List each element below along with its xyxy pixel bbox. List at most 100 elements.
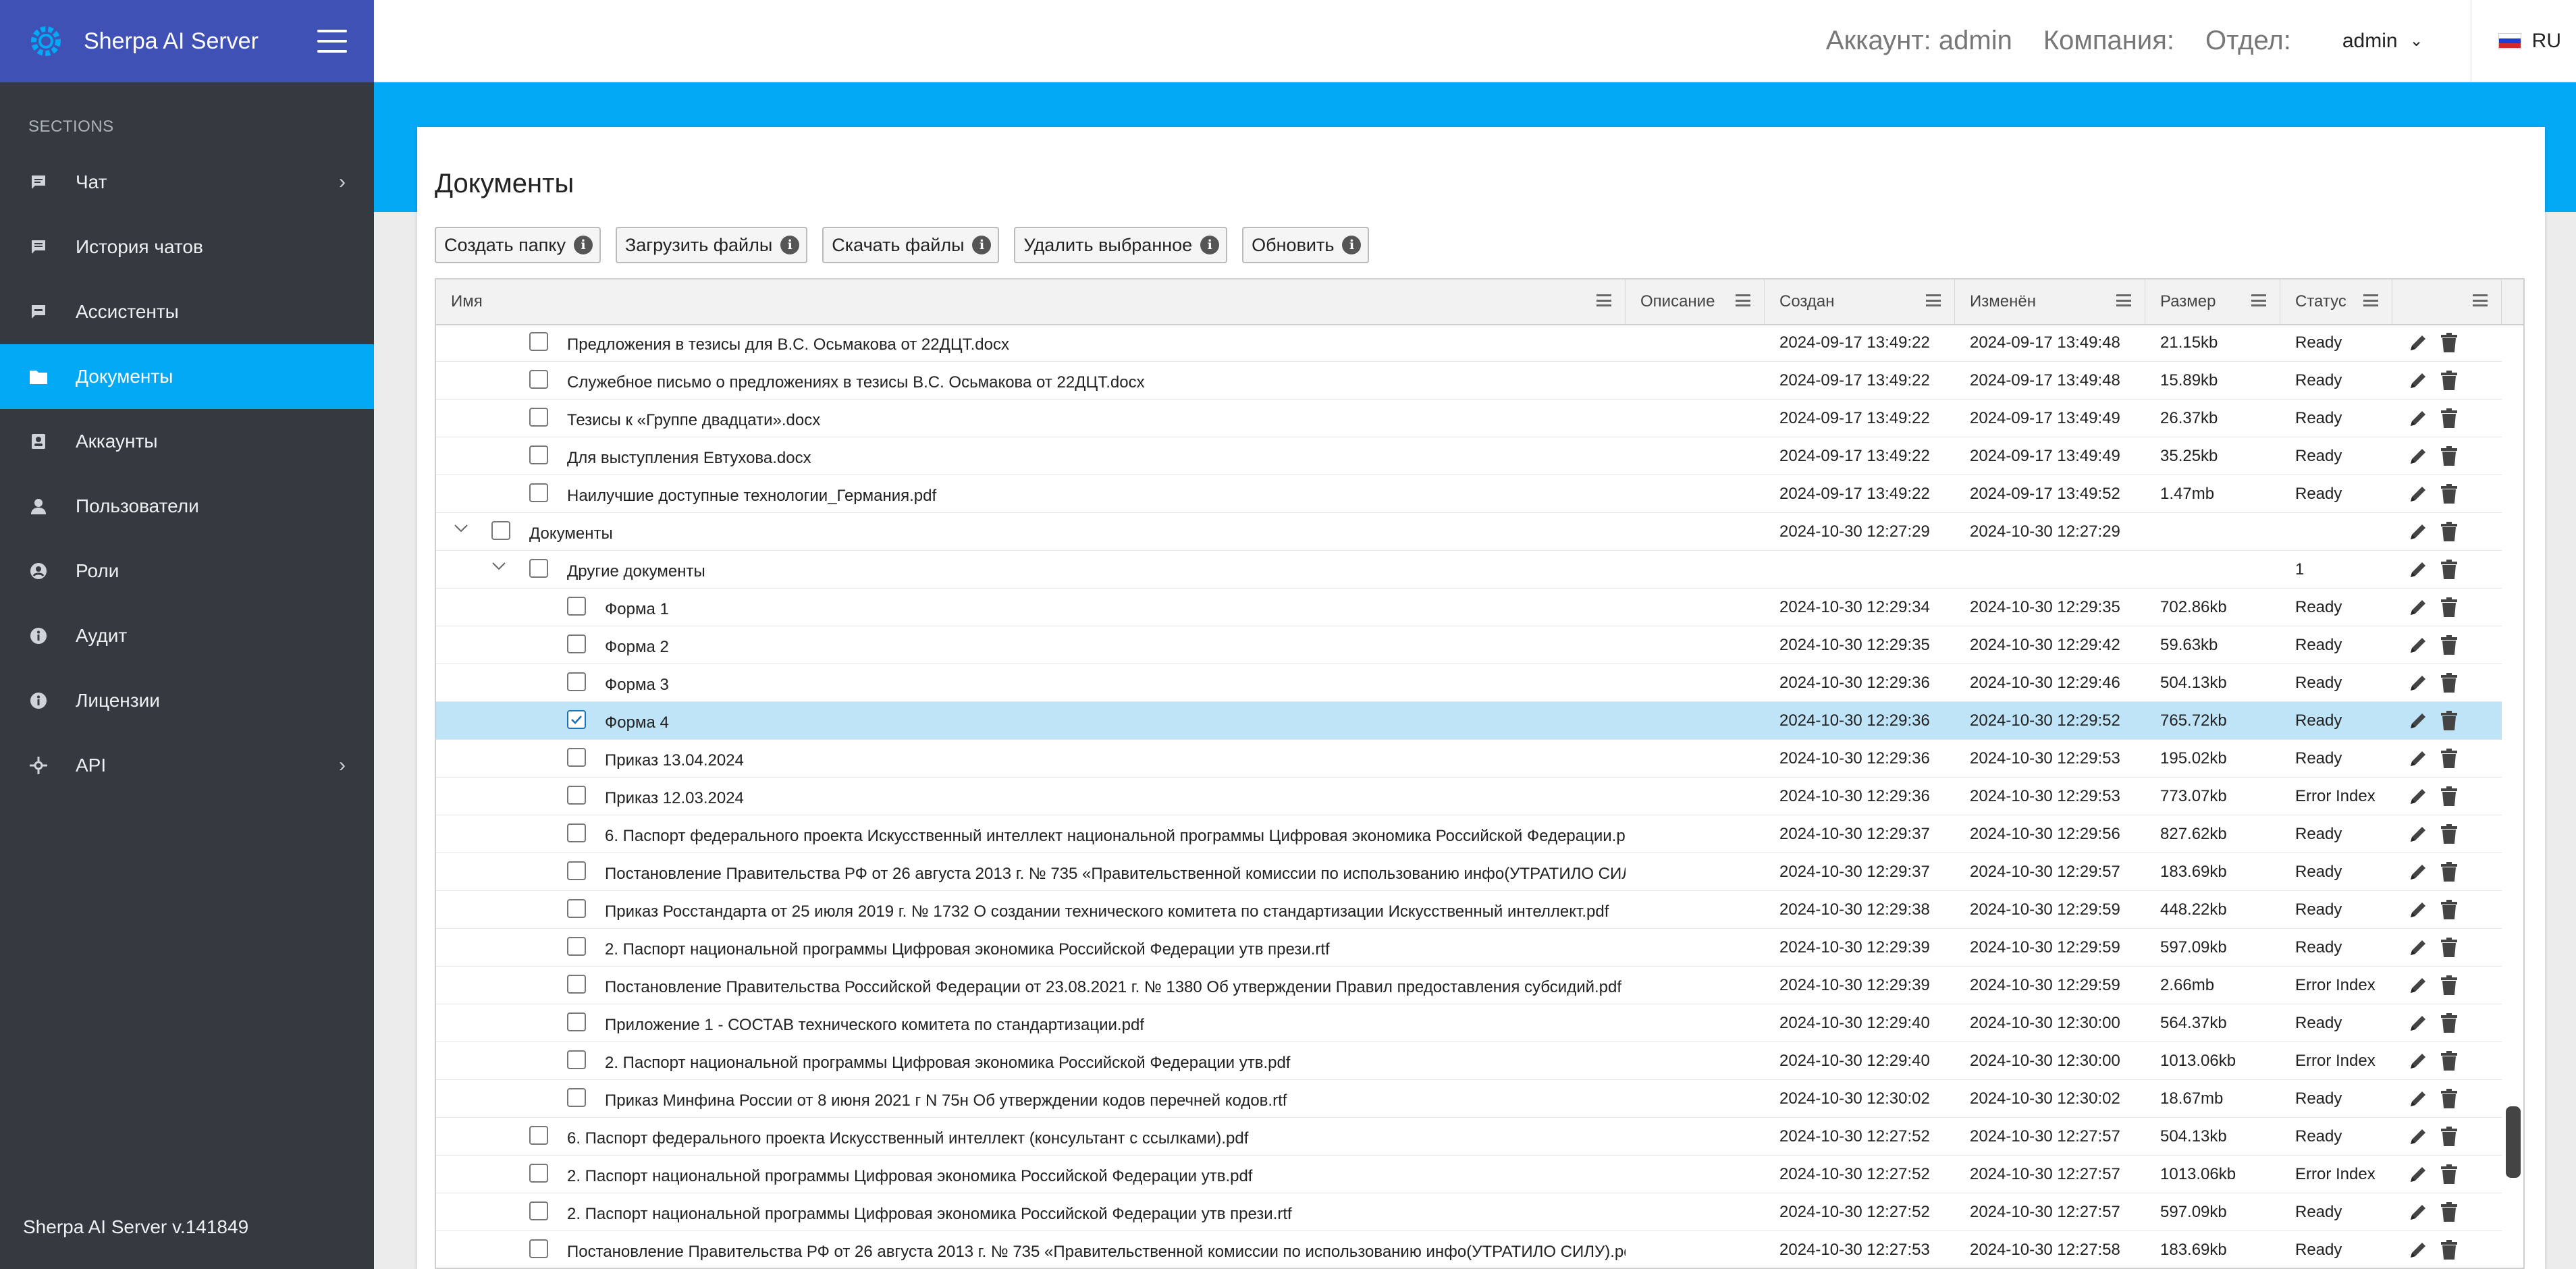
edit-icon[interactable] [2406, 973, 2430, 998]
edit-icon[interactable] [2406, 822, 2430, 846]
user-menu[interactable]: admin ⌄ [2342, 30, 2423, 53]
column-header-2[interactable]: Создан [1765, 279, 1955, 324]
column-menu-icon[interactable] [2363, 294, 2378, 306]
row-checkbox[interactable] [567, 748, 586, 767]
row-checkbox[interactable] [567, 1088, 586, 1107]
table-row[interactable]: Служебное письмо о предложениях в тезисы… [436, 362, 2502, 400]
trash-icon[interactable] [2437, 1238, 2461, 1262]
edit-icon[interactable] [2406, 633, 2430, 657]
column-menu-icon[interactable] [1736, 294, 1750, 306]
table-row[interactable]: Приложение 1 - СОСТАВ технического комит… [436, 1004, 2502, 1042]
trash-icon[interactable] [2437, 406, 2461, 431]
edit-icon[interactable] [2406, 406, 2430, 431]
table-row[interactable]: 6. Паспорт федерального проекта Искусств… [436, 1118, 2502, 1156]
column-header-1[interactable]: Описание [1626, 279, 1765, 324]
trash-icon[interactable] [2437, 633, 2461, 657]
trash-icon[interactable] [2437, 898, 2461, 922]
table-row[interactable]: Постановление Правительства Российской Ф… [436, 967, 2502, 1004]
info-icon[interactable]: i [972, 236, 992, 254]
table-row[interactable]: 6. Паспорт федерального проекта Искусств… [436, 815, 2502, 853]
row-checkbox[interactable] [567, 899, 586, 918]
column-header-5[interactable]: Статус [2280, 279, 2392, 324]
edit-icon[interactable] [2406, 860, 2430, 884]
table-row[interactable]: Приказ Минфина России от 8 июня 2021 г N… [436, 1080, 2502, 1118]
info-icon[interactable]: i [573, 236, 593, 254]
row-checkbox[interactable] [529, 1202, 548, 1220]
row-checkbox[interactable] [529, 408, 548, 427]
sidebar-item-8[interactable]: Лицензии [0, 668, 374, 733]
table-row[interactable]: 2. Паспорт национальной программы Цифров… [436, 1042, 2502, 1080]
edit-icon[interactable] [2406, 1011, 2430, 1035]
table-row[interactable]: Приказ Росстандарта от 25 июля 2019 г. №… [436, 891, 2502, 929]
edit-icon[interactable] [2406, 1049, 2430, 1073]
grid-scrollbar[interactable] [2506, 1106, 2521, 1178]
toolbar-button-2[interactable]: Скачать файлы i [822, 227, 1000, 263]
trash-icon[interactable] [2437, 1200, 2461, 1224]
table-row[interactable]: Наилучшие доступные технологии_Германия.… [436, 475, 2502, 513]
row-checkbox[interactable] [567, 672, 586, 691]
column-menu-icon[interactable] [2473, 294, 2488, 306]
trash-icon[interactable] [2437, 482, 2461, 506]
edit-icon[interactable] [2406, 558, 2430, 582]
sidebar-item-7[interactable]: Аудит [0, 603, 374, 668]
trash-icon[interactable] [2437, 1049, 2461, 1073]
column-header-3[interactable]: Изменён [1955, 279, 2145, 324]
table-row[interactable]: Форма 4 2024-10-30 12:29:36 2024-10-30 12:… [436, 702, 2502, 740]
trash-icon[interactable] [2437, 331, 2461, 355]
row-checkbox[interactable] [529, 332, 548, 351]
info-icon[interactable]: i [1200, 236, 1220, 254]
trash-icon[interactable] [2437, 1087, 2461, 1111]
language-selector[interactable]: RU [2470, 0, 2576, 82]
row-checkbox[interactable] [529, 559, 548, 578]
trash-icon[interactable] [2437, 822, 2461, 846]
trash-icon[interactable] [2437, 860, 2461, 884]
edit-icon[interactable] [2406, 1162, 2430, 1187]
table-row[interactable]: Форма 2 2024-10-30 12:29:35 2024-10-30 12:… [436, 626, 2502, 664]
trash-icon[interactable] [2437, 671, 2461, 695]
trash-icon[interactable] [2437, 520, 2461, 544]
toolbar-button-3[interactable]: Удалить выбранное i [1014, 227, 1228, 263]
row-checkbox[interactable] [491, 521, 510, 540]
sidebar-item-2[interactable]: Ассистенты [0, 279, 374, 344]
edit-icon[interactable] [2406, 520, 2430, 544]
table-row[interactable]: Форма 1 2024-10-30 12:29:34 2024-10-30 12:… [436, 589, 2502, 626]
row-checkbox[interactable] [567, 710, 586, 729]
trash-icon[interactable] [2437, 973, 2461, 998]
table-row[interactable]: Приказ 13.04.2024 2024-10-30 12:29:36 2024… [436, 740, 2502, 778]
info-icon[interactable]: i [1342, 236, 1362, 254]
table-row[interactable]: Постановление Правительства РФ от 26 авг… [436, 853, 2502, 891]
row-checkbox[interactable] [567, 975, 586, 994]
row-checkbox[interactable] [529, 483, 548, 502]
table-row[interactable]: Другие документы 1 [436, 551, 2502, 589]
row-checkbox[interactable] [567, 824, 586, 842]
menu-toggle-icon[interactable] [317, 30, 347, 53]
edit-icon[interactable] [2406, 671, 2430, 695]
column-menu-icon[interactable] [1596, 294, 1611, 306]
trash-icon[interactable] [2437, 709, 2461, 733]
table-row[interactable]: Документы 2024-10-30 12:27:29 2024-10-30 1… [436, 513, 2502, 551]
edit-icon[interactable] [2406, 898, 2430, 922]
table-row[interactable]: Предложения в тезисы для В.С. Осьмакова … [436, 324, 2502, 362]
table-row[interactable]: Для выступления Евтухова.docx 2024-09-17 … [436, 437, 2502, 475]
trash-icon[interactable] [2437, 1162, 2461, 1187]
sidebar-item-9[interactable]: API › [0, 733, 374, 798]
trash-icon[interactable] [2437, 595, 2461, 620]
edit-icon[interactable] [2406, 369, 2430, 393]
column-menu-icon[interactable] [2116, 294, 2131, 306]
toolbar-button-0[interactable]: Создать папку i [435, 227, 601, 263]
column-menu-icon[interactable] [1926, 294, 1941, 306]
sidebar-item-4[interactable]: Аккаунты [0, 409, 374, 474]
column-header-6[interactable] [2392, 279, 2502, 324]
trash-icon[interactable] [2437, 444, 2461, 468]
edit-icon[interactable] [2406, 709, 2430, 733]
sidebar-item-5[interactable]: Пользователи [0, 474, 374, 539]
column-header-4[interactable]: Размер [2145, 279, 2280, 324]
edit-icon[interactable] [2406, 784, 2430, 809]
row-checkbox[interactable] [529, 446, 548, 464]
row-checkbox[interactable] [567, 634, 586, 653]
table-row[interactable]: Приказ 12.03.2024 2024-10-30 12:29:36 2024… [436, 778, 2502, 815]
edit-icon[interactable] [2406, 936, 2430, 960]
table-row[interactable]: 2. Паспорт национальной программы Цифров… [436, 1156, 2502, 1193]
row-checkbox[interactable] [567, 937, 586, 956]
sidebar-item-1[interactable]: История чатов [0, 215, 374, 279]
